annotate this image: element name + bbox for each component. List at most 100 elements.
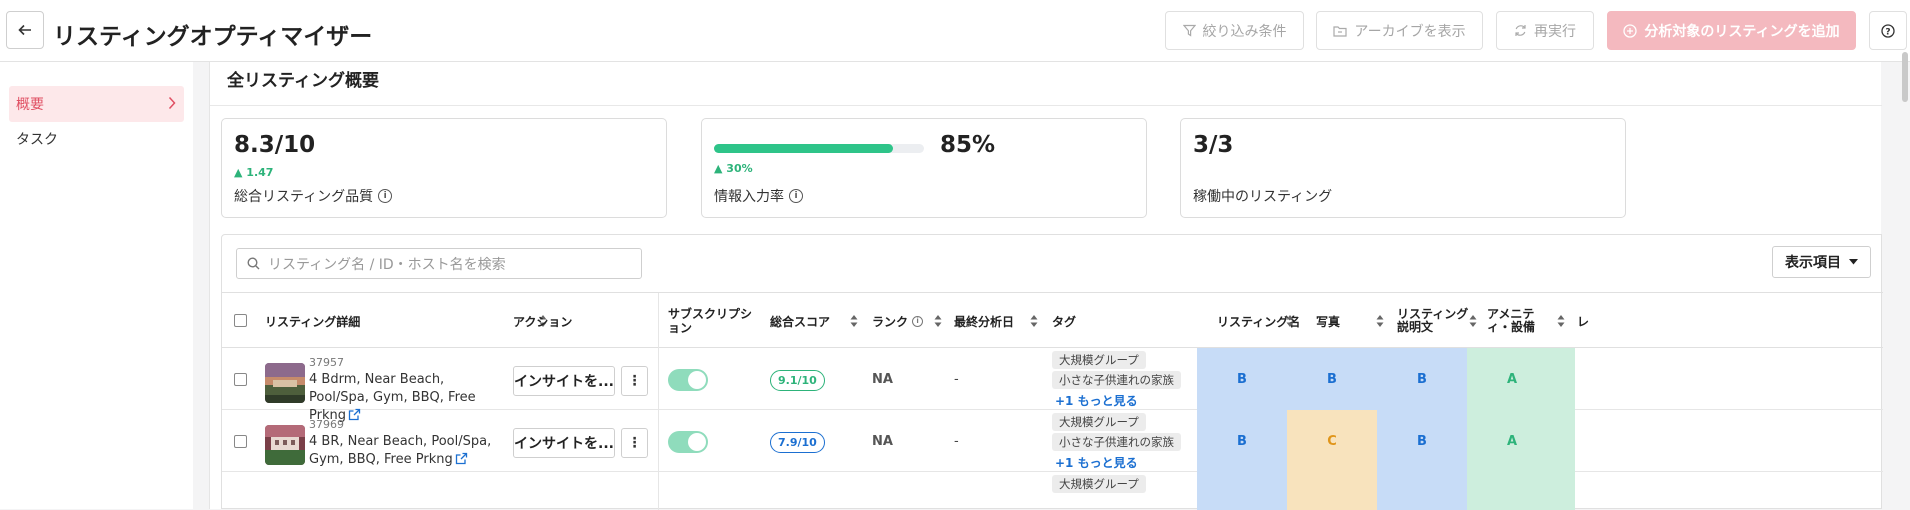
grade-listing-name[interactable] bbox=[1197, 472, 1287, 510]
grade-amenities[interactable]: A bbox=[1467, 348, 1557, 410]
sort-icon[interactable] bbox=[1376, 314, 1384, 328]
quality-delta: ▲ 1.47 bbox=[234, 166, 273, 179]
sort-icon[interactable] bbox=[934, 314, 942, 328]
table-row: 大規模グループ bbox=[222, 472, 1883, 510]
help-button[interactable]: ? bbox=[1869, 11, 1907, 50]
th-total-score[interactable]: 総合スコア bbox=[770, 293, 830, 349]
add-listing-button-label: 分析対象のリスティングを追加 bbox=[1644, 23, 1840, 40]
caret-down-icon bbox=[1849, 259, 1858, 265]
more-options-icon[interactable]: ⋮ bbox=[621, 366, 648, 396]
th-last-analysis[interactable]: 最終分析日 bbox=[954, 293, 1014, 349]
listing-thumbnail[interactable] bbox=[265, 363, 305, 403]
grade-description[interactable]: B bbox=[1377, 348, 1467, 410]
quality-label: 総合リスティング品質 i bbox=[234, 186, 393, 206]
quality-card: 8.3/10 ▲ 1.47 総合リスティング品質 i bbox=[221, 118, 667, 218]
quality-value: 8.3/10 bbox=[234, 132, 316, 158]
archive-button[interactable]: アーカイブを表示 bbox=[1316, 11, 1483, 50]
completion-delta: ▲ 30% bbox=[714, 162, 753, 175]
arrow-left-icon bbox=[18, 24, 31, 36]
triangle-up-icon: ▲ bbox=[714, 162, 727, 175]
subscription-toggle[interactable] bbox=[668, 369, 708, 391]
page-scrollbar[interactable] bbox=[1902, 52, 1908, 102]
grade-amenities[interactable] bbox=[1467, 472, 1557, 510]
search-input[interactable]: リスティング名 / ID・ホスト名を検索 bbox=[236, 248, 642, 279]
rank-value: NA bbox=[872, 372, 893, 387]
info-icon[interactable]: i bbox=[378, 189, 393, 203]
sort-icon[interactable] bbox=[1469, 314, 1477, 328]
top-bar: リスティングオプティマイザー 絞り込み条件 アーカイブを表示 再実行 分析対象の… bbox=[0, 0, 1910, 62]
external-link-icon[interactable] bbox=[455, 452, 468, 465]
listing-id: 37957 bbox=[309, 356, 344, 369]
last-analysis-value: - bbox=[954, 434, 959, 449]
grade-listing-name[interactable]: B bbox=[1197, 348, 1287, 410]
completion-card: 85% ▲ 30% 情報入力率 i bbox=[701, 118, 1147, 218]
toggle-knob bbox=[688, 371, 706, 389]
grade-photos[interactable]: B bbox=[1287, 348, 1377, 410]
filter-button-label: 絞り込み条件 bbox=[1202, 23, 1287, 40]
grade-amenities[interactable]: A bbox=[1467, 410, 1557, 472]
sort-icon[interactable] bbox=[1286, 314, 1294, 328]
grade-description[interactable] bbox=[1377, 472, 1467, 510]
filter-icon bbox=[1182, 24, 1196, 37]
show-more-tags-link[interactable]: +1 もっと見る bbox=[1055, 454, 1138, 471]
grade-listing-name[interactable]: B bbox=[1197, 410, 1287, 472]
grade-next-partial[interactable] bbox=[1557, 348, 1575, 410]
grade-photos[interactable]: C bbox=[1287, 410, 1377, 472]
listing-thumbnail[interactable] bbox=[265, 425, 305, 465]
tag-chip: 大規模グループ bbox=[1052, 351, 1146, 369]
plus-circle-icon bbox=[1623, 23, 1638, 38]
th-subscription: サブスクリプション bbox=[668, 307, 753, 335]
grade-photos[interactable] bbox=[1287, 472, 1377, 510]
back-button[interactable] bbox=[6, 11, 44, 49]
rerun-button-label: 再実行 bbox=[1534, 23, 1576, 40]
listing-name[interactable]: 4 BR, Near Beach, Pool/Spa, Gym, BBQ, Fr… bbox=[309, 433, 504, 469]
grade-description[interactable]: B bbox=[1377, 410, 1467, 472]
filter-button[interactable]: 絞り込み条件 bbox=[1165, 11, 1304, 50]
sort-icon[interactable] bbox=[850, 314, 858, 328]
search-icon bbox=[247, 257, 260, 270]
quality-delta-value: 1.47 bbox=[246, 166, 274, 179]
insight-button[interactable]: インサイトを... bbox=[513, 428, 615, 458]
sort-icon[interactable] bbox=[1030, 314, 1038, 328]
tag-chip: 小さな子供連れの家族 bbox=[1052, 433, 1181, 451]
score-badge: 9.1/10 bbox=[770, 370, 825, 391]
th-photos[interactable]: 写真 bbox=[1316, 293, 1340, 349]
th-description[interactable]: リスティング説明文 bbox=[1397, 293, 1469, 349]
grade-next-partial[interactable] bbox=[1557, 410, 1575, 472]
last-analysis-value: - bbox=[954, 372, 959, 387]
th-actions: アクション bbox=[513, 314, 573, 329]
main-panel: 全リスティング概要 8.3/10 ▲ 1.47 総合リスティング品質 i 85% … bbox=[209, 62, 1883, 510]
svg-text:?: ? bbox=[1885, 27, 1890, 37]
sort-icon[interactable] bbox=[1557, 314, 1565, 328]
quality-label-text: 総合リスティング品質 bbox=[234, 189, 374, 205]
table-row: 37969 4 BR, Near Beach, Pool/Spa, Gym, B… bbox=[222, 410, 1883, 472]
more-options-icon[interactable]: ⋮ bbox=[621, 428, 648, 458]
show-more-tags-link[interactable]: +1 もっと見る bbox=[1055, 392, 1138, 409]
grade-next-partial[interactable] bbox=[1557, 472, 1575, 510]
add-listing-button[interactable]: 分析対象のリスティングを追加 bbox=[1607, 11, 1856, 50]
tag-chip: 大規模グループ bbox=[1052, 413, 1146, 431]
row-checkbox[interactable] bbox=[234, 435, 247, 448]
sidebar-item-overview[interactable]: 概要 bbox=[9, 86, 184, 122]
archive-folder-icon bbox=[1333, 25, 1348, 37]
completion-progress-fill bbox=[714, 144, 893, 153]
completion-label-text: 情報入力率 bbox=[714, 189, 784, 205]
row-checkbox[interactable] bbox=[234, 373, 247, 386]
select-all-checkbox[interactable] bbox=[234, 314, 247, 327]
th-amenities[interactable]: アメニティ・設備 bbox=[1487, 293, 1549, 349]
rerun-button[interactable]: 再実行 bbox=[1496, 11, 1594, 50]
listings-table: リスティング名 / ID・ホスト名を検索 表示項目 リスティング詳細 アクション… bbox=[221, 234, 1883, 510]
search-placeholder: リスティング名 / ID・ホスト名を検索 bbox=[268, 256, 506, 273]
th-details[interactable]: リスティング詳細 bbox=[265, 293, 360, 349]
columns-button[interactable]: 表示項目 bbox=[1772, 246, 1871, 278]
insight-button[interactable]: インサイトを... bbox=[513, 366, 615, 396]
info-icon[interactable]: i bbox=[789, 189, 803, 203]
sidebar-item-tasks[interactable]: タスク bbox=[9, 121, 184, 157]
completion-progress-bar bbox=[714, 144, 924, 153]
listing-id: 37969 bbox=[309, 418, 344, 431]
subscription-toggle[interactable] bbox=[668, 431, 708, 453]
toggle-knob bbox=[688, 433, 706, 451]
info-icon[interactable]: i bbox=[912, 315, 924, 327]
th-rank[interactable]: ランク i bbox=[872, 293, 924, 349]
refresh-icon bbox=[1515, 25, 1526, 36]
